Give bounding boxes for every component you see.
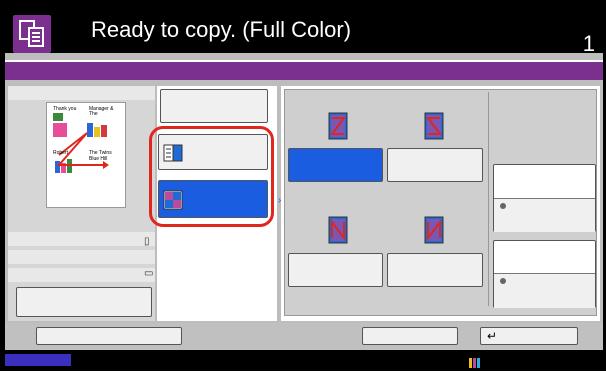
preview-grid-row	[8, 86, 155, 100]
preview-button[interactable]	[16, 287, 152, 317]
status-bar	[5, 353, 603, 367]
copy-icon	[13, 15, 51, 53]
preview-grid-row	[8, 232, 155, 246]
layout-n-left-button[interactable]	[288, 253, 383, 287]
toner-level-icon	[469, 355, 481, 368]
radio-indicator	[500, 203, 506, 209]
page-preview: Thank you Manager & The Robert The Twins…	[46, 102, 126, 208]
radio-indicator	[500, 278, 506, 284]
title-bar: Ready to copy. (Full Color) 1	[5, 5, 603, 56]
preview-line: Blue Hill	[89, 156, 108, 162]
layout-z-button[interactable]	[288, 148, 383, 182]
paper-landscape-icon: ▭	[144, 268, 154, 279]
accent-strip	[5, 62, 603, 80]
layout-reverse-z-icon	[424, 112, 444, 145]
status-title: Ready to copy. (Full Color)	[91, 17, 352, 42]
combine-off-button[interactable]	[160, 89, 268, 123]
highlight-outline	[149, 126, 274, 227]
layout-reverse-z-button[interactable]	[387, 148, 483, 182]
layout-n-right-icon	[424, 216, 444, 249]
preview-line: Manager & The	[89, 106, 114, 117]
preview-grid-row	[8, 250, 155, 264]
preview-grid-row	[8, 268, 155, 282]
status-indicator	[5, 354, 71, 366]
enter-icon: ↵	[487, 329, 498, 343]
cancel-button[interactable]	[362, 327, 458, 345]
orientation-value	[494, 273, 595, 308]
layout-n-left-icon	[328, 216, 348, 249]
ok-button[interactable]: ↵	[480, 327, 578, 345]
border-line-value	[494, 198, 595, 232]
add-shortcut-button[interactable]	[36, 327, 182, 345]
layout-z-icon	[328, 112, 348, 145]
preview-line: Robert	[53, 150, 69, 156]
preview-line: Thank you	[53, 106, 77, 112]
paper-icon: ▯	[144, 236, 150, 247]
layout-n-right-button[interactable]	[387, 253, 483, 287]
divider	[488, 92, 489, 306]
